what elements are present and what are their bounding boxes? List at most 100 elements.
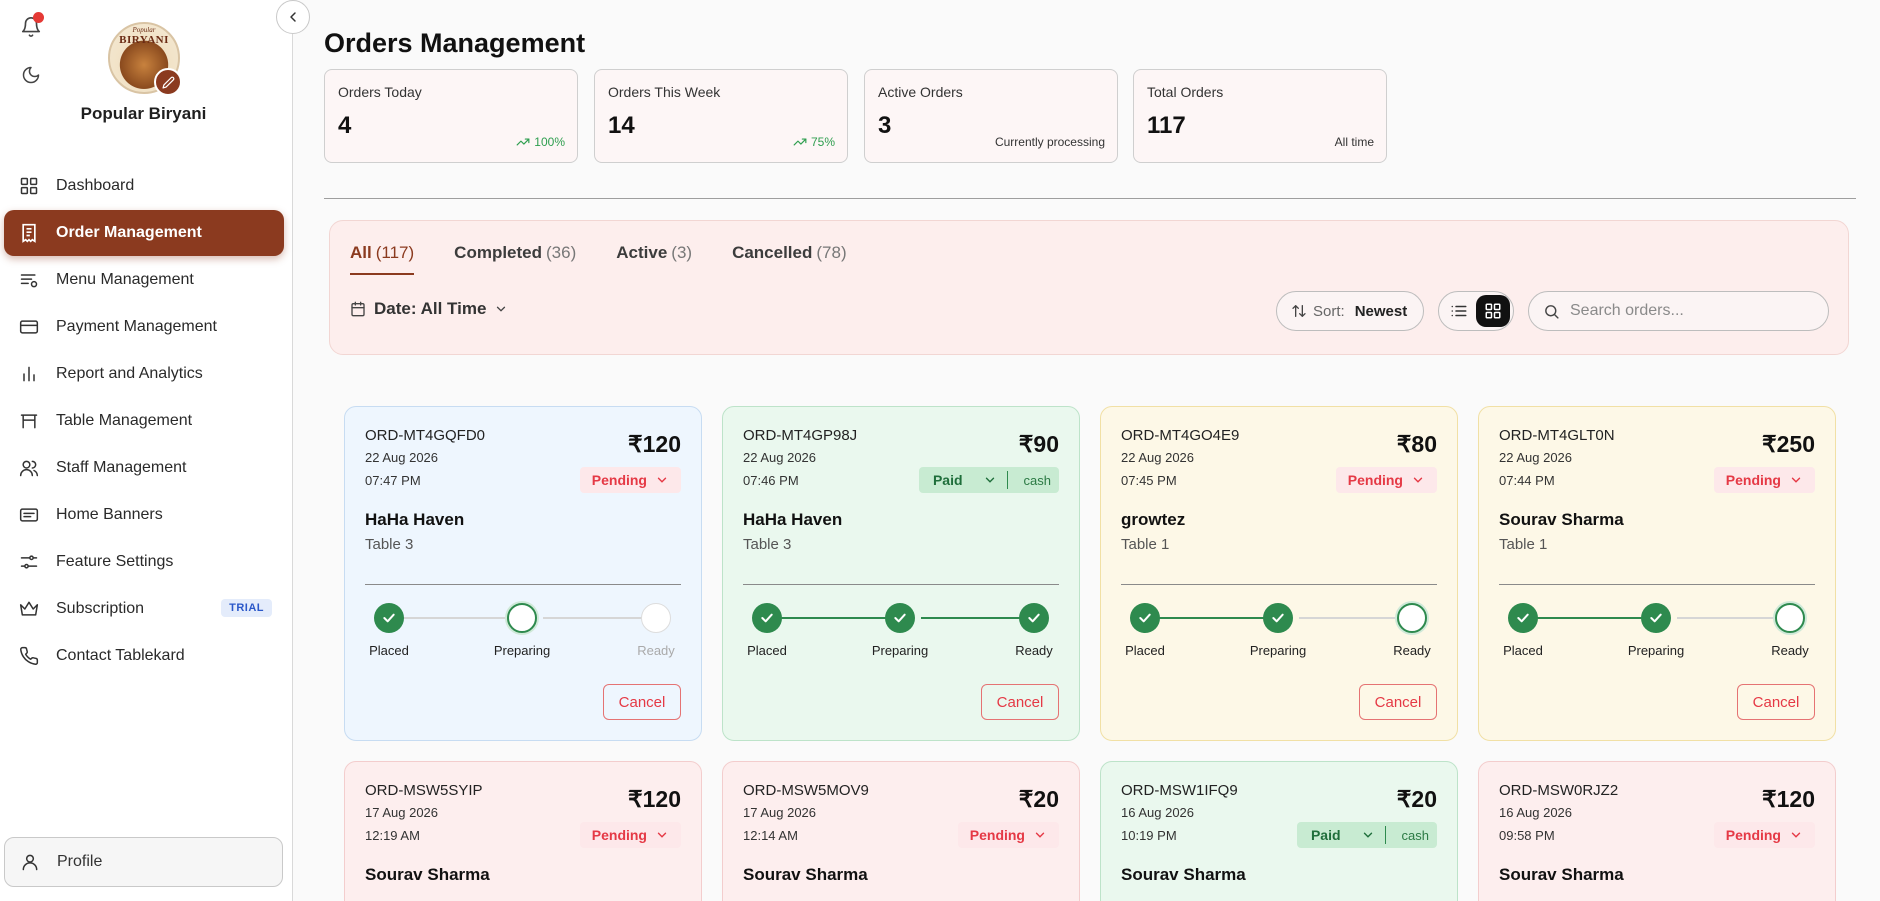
divider [1121,584,1437,585]
sidebar-item-subscription[interactable]: Subscription TRIAL [4,586,284,632]
sidebar-item-label: Dashboard [56,177,135,194]
chevron-down-icon [497,306,506,312]
stat-trend: 75% [793,135,835,149]
sidebar-item-feature-settings[interactable]: Feature Settings [4,539,284,585]
trending-up-icon [793,138,807,146]
status-dropdown[interactable]: Pending [1713,822,1815,848]
tab-active[interactable]: Active (3) [616,243,692,275]
order-date: 16 Aug 2026 [1121,805,1195,820]
check-icon [761,613,773,623]
order-card[interactable]: ORD-MT4GLT0N 22 Aug 2026 07:44 PM ₹250 P… [1478,406,1836,741]
sort-button[interactable]: Sort: Newest [1276,291,1424,331]
logo-script: Popular [132,26,156,34]
grid-icon [18,175,40,197]
logo-text: BIRYANI [119,34,169,46]
order-amount: ₹20 [1018,786,1059,812]
order-card[interactable]: ORD-MT4GP98J 22 Aug 2026 07:46 PM ₹90 Pa… [722,406,1080,741]
search-input[interactable] [1570,302,1810,320]
status-dropdown[interactable]: Pending [1713,467,1815,493]
order-card[interactable]: ORD-MSW5MOV9 17 Aug 2026 12:14 AM ₹20 Pe… [722,761,1080,901]
order-amount: ₹120 [627,786,681,812]
users-icon [18,457,40,479]
chevron-down-icon [657,477,667,483]
tab-cancelled[interactable]: Cancelled (78) [732,243,847,275]
payment-status-dropdown[interactable]: Paid cash [1296,822,1437,848]
order-card[interactable]: ORD-MT4GQFD0 22 Aug 2026 07:47 PM ₹120 P… [344,406,702,741]
step-label: Placed [1125,643,1165,658]
status-label: Pending [1725,827,1781,843]
bar-chart-icon [18,363,40,385]
order-card[interactable]: ORD-MT4GO4E9 22 Aug 2026 07:45 PM ₹80 Pe… [1100,406,1458,741]
status-dropdown[interactable]: Pending [579,467,681,493]
progress-steps: Placed Preparing Ready [1121,603,1437,667]
order-amount: ₹250 [1761,431,1815,457]
step-label: Preparing [1249,643,1307,658]
status-dropdown[interactable]: Pending [579,822,681,848]
notifications-button[interactable] [18,12,44,40]
tab-label: Completed [454,243,543,262]
sidebar-item-menu-management[interactable]: Menu Management [4,257,284,303]
profile-button[interactable]: Profile [4,837,283,887]
trial-badge: TRIAL [221,599,272,617]
date-filter-dropdown[interactable]: Date: All Time [350,299,508,319]
sidebar-item-label: Home Banners [56,506,163,523]
step-ready [641,603,671,633]
sliders-icon [18,551,40,573]
sidebar-item-payment-management[interactable]: Payment Management [4,304,284,350]
divider [324,198,1856,199]
payment-status-dropdown[interactable]: Paid cash [918,467,1059,493]
edit-logo-button[interactable] [154,68,182,96]
tab-all[interactable]: All (117) [350,243,415,275]
order-amount: ₹120 [1761,786,1815,812]
tab-count: (78) [816,243,847,262]
status-dropdown[interactable]: Pending [957,822,1059,848]
status-label: Pending [969,827,1025,843]
sidebar-item-contact-tablekard[interactable]: Contact Tablekard [4,633,284,679]
order-id: ORD-MT4GO4E9 [1121,427,1240,444]
order-card[interactable]: ORD-MSW5SYIP 17 Aug 2026 12:19 AM ₹120 P… [344,761,702,901]
step-placed [1508,603,1538,633]
tab-completed[interactable]: Completed (36) [454,243,576,275]
collapse-sidebar-button[interactable] [276,0,310,34]
sidebar-item-table-management[interactable]: Table Management [4,398,284,444]
step-label: Preparing [493,643,551,658]
divider [743,584,1059,585]
step-label: Preparing [871,643,929,658]
grid-view-button[interactable] [1476,295,1510,327]
tab-label: Active [616,243,668,262]
order-card[interactable]: ORD-MSW1IFQ9 16 Aug 2026 10:19 PM ₹20 Pa… [1100,761,1458,901]
sidebar-item-order-management[interactable]: Order Management [4,210,284,256]
cancel-button[interactable]: Cancel [603,684,681,720]
sidebar-item-dashboard[interactable]: Dashboard [4,163,284,209]
stat-card-active-orders: Active Orders 3 Currently processing [864,69,1118,163]
step-preparing [1641,603,1671,633]
main-content: Orders Management Orders Today 4 100% Or… [294,0,1880,901]
profile-label: Profile [57,853,103,870]
receipt-icon [18,222,40,244]
sidebar-item-staff-management[interactable]: Staff Management [4,445,284,491]
status-dropdown[interactable]: Pending [1335,467,1437,493]
cancel-button[interactable]: Cancel [1737,684,1815,720]
moon-icon [22,66,40,84]
calendar-icon [351,301,365,317]
chevron-left-icon [290,12,296,22]
sidebar-item-report-and-analytics[interactable]: Report and Analytics [4,351,284,397]
list-view-button[interactable] [1442,295,1476,327]
table-label: Table 1 [1121,536,1170,553]
order-card[interactable]: ORD-MSW0RJZ2 16 Aug 2026 09:58 PM ₹120 P… [1478,761,1836,901]
sidebar-item-label: Order Management [56,224,202,241]
table-label: Table 1 [1499,536,1548,553]
cancel-button[interactable]: Cancel [1359,684,1437,720]
sidebar-item-label: Payment Management [56,318,217,335]
grid-icon [1485,303,1501,319]
cancel-button[interactable]: Cancel [981,684,1059,720]
search-icon [1545,304,1559,319]
sort-label: Sort: [1313,302,1345,320]
status-label: Pending [1725,472,1781,488]
sidebar-item-home-banners[interactable]: Home Banners [4,492,284,538]
filter-panel: All (117) Completed (36) Active (3) Cancell… [329,220,1849,355]
table-icon [18,410,40,432]
check-icon [1028,613,1040,623]
chevron-down-icon [985,477,994,483]
theme-toggle-button[interactable] [18,62,44,88]
